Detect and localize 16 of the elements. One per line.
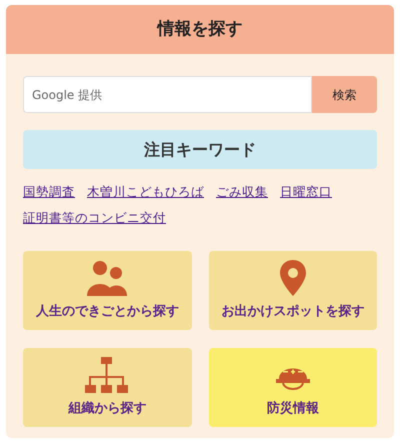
keyword-heading: 注目キーワード	[144, 138, 256, 160]
search-field[interactable]: Google 提供	[23, 76, 312, 113]
keyword-link[interactable]: 国勢調査	[23, 179, 75, 205]
keyword-link[interactable]: 証明書等のコンビニ交付	[23, 205, 166, 231]
panel-title: 情報を探す	[158, 18, 242, 41]
keyword-link[interactable]: 日曜窓口	[280, 179, 332, 205]
people-icon	[87, 260, 128, 296]
keyword-link[interactable]: ごみ収集	[216, 179, 268, 205]
location-pin-icon	[280, 260, 306, 296]
category-tile[interactable]: お出かけスポットを探す	[208, 251, 377, 330]
category-tile[interactable]: 組織から探す	[23, 348, 192, 427]
keyword-link[interactable]: 木曽川こどもひろば	[87, 179, 204, 205]
search-button[interactable]: 検索	[312, 76, 377, 113]
org-chart-icon	[85, 356, 130, 393]
category-tile[interactable]: 防災情報	[208, 348, 377, 427]
category-tile[interactable]: 人生のできごとから探す	[23, 251, 192, 330]
